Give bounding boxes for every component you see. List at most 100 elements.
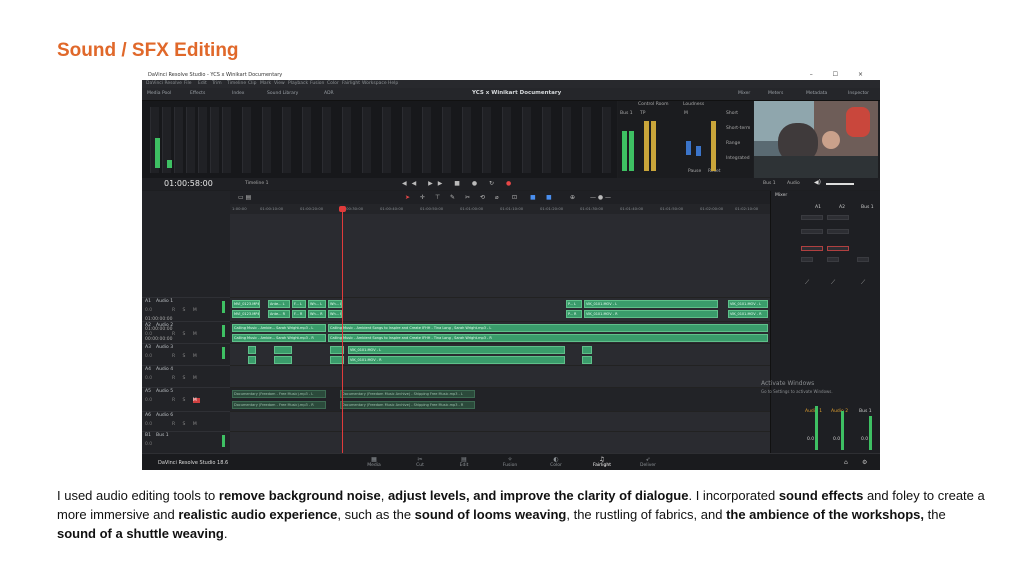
home-icon[interactable]: ⌂ xyxy=(844,459,848,466)
adr-button[interactable]: ADR xyxy=(324,91,334,96)
media-pool-button[interactable]: Media Pool xyxy=(147,91,171,96)
audio-clip-muted[interactable]: Documentary (Freedom - Free Music).mp3 -… xyxy=(232,401,326,409)
view-icon[interactable]: ▭ ▤ xyxy=(238,194,251,201)
audio-clip[interactable]: Wh... L xyxy=(328,300,342,308)
range-icon[interactable]: ✛ xyxy=(420,194,425,201)
window-controls[interactable]: – ☐ × xyxy=(810,71,872,78)
menu-clip[interactable]: Clip xyxy=(248,81,257,86)
audio-clip[interactable]: F... R xyxy=(292,310,306,318)
audio-clip[interactable]: Ante... R xyxy=(268,310,290,318)
page-edit[interactable]: ▤ Edit xyxy=(444,456,484,468)
transport-controls[interactable]: ◀◀ ▶▶ ■ ● ↻ ● xyxy=(402,180,516,187)
link-icon[interactable]: ⌀ xyxy=(495,194,499,201)
track-buttons[interactable]: R S M xyxy=(172,398,200,403)
mixer-input-cell[interactable] xyxy=(827,215,849,220)
track-buttons[interactable]: R S M xyxy=(172,354,200,359)
menu-help[interactable]: Help xyxy=(388,81,398,86)
mixer-input-cell[interactable] xyxy=(801,215,823,220)
index-button[interactable]: Index xyxy=(232,91,244,96)
mixer-effects-cell[interactable] xyxy=(801,246,823,251)
razor-icon[interactable]: ✂ xyxy=(465,194,470,201)
marker-icon[interactable]: ■ xyxy=(530,194,536,201)
pencil-icon[interactable]: ✎ xyxy=(450,194,455,201)
page-cut[interactable]: ✂ Cut xyxy=(400,456,440,468)
page-fairlight[interactable]: ♫ Fairlight xyxy=(582,456,622,468)
audio-clip[interactable]: VIK_0101.MOV - R xyxy=(348,356,565,364)
mixer-insert-cell[interactable] xyxy=(801,257,813,262)
audio-clip[interactable]: Wh... R xyxy=(328,310,342,318)
gear-icon[interactable]: ⚙ xyxy=(862,459,867,466)
playhead[interactable] xyxy=(339,206,346,453)
menu-trim[interactable]: Trim xyxy=(212,81,222,86)
record-icon[interactable]: ● xyxy=(506,180,516,187)
audio-clip[interactable]: VIK_0101.MOV - L xyxy=(728,300,768,308)
audio-clip-muted[interactable]: Documentary (Freedom - Free Music).mp3 -… xyxy=(232,390,326,398)
audio-clip[interactable] xyxy=(248,346,256,354)
metadata-button[interactable]: Metadata xyxy=(806,91,827,96)
mixer-input-cell[interactable] xyxy=(827,229,849,234)
track-header-a3[interactable]: A3 Audio 3 0.0 R S M xyxy=(142,343,230,366)
audio-clip[interactable]: Calling Music - Ambie... Sarah Wright.mp… xyxy=(232,334,326,342)
audio-clip[interactable]: VIK_0101.MOV - L xyxy=(584,300,718,308)
audio-clip-muted[interactable]: Documentary (Freedom Music Archive) - Sh… xyxy=(340,390,475,398)
pan-dial-icon[interactable]: ⟋ xyxy=(831,279,835,287)
audio-clip-muted[interactable]: Documentary (Freedom Music Archive) - Sh… xyxy=(340,401,475,409)
audio-clip[interactable]: Wh... R xyxy=(308,310,326,318)
audio-clip[interactable]: MVI_0123.MP4 xyxy=(232,300,260,308)
audio-clip[interactable]: VIK_0101.MOV - R xyxy=(584,310,718,318)
track-buttons[interactable]: R S M xyxy=(172,376,200,381)
mixer-insert-cell[interactable] xyxy=(857,257,869,262)
menu-file[interactable]: File xyxy=(184,81,192,86)
zoom-icon[interactable]: ⊕ xyxy=(570,194,575,201)
mixer-effects-cell[interactable] xyxy=(827,246,849,251)
page-deliver[interactable]: ➶ Deliver xyxy=(628,456,668,468)
audio-clip[interactable] xyxy=(582,356,592,364)
menu-mark[interactable]: Mark xyxy=(260,81,271,86)
flag-icon[interactable]: ⊡ xyxy=(512,194,517,201)
pan-dial-icon[interactable]: ⟋ xyxy=(805,279,809,287)
page-color[interactable]: ◐ Color xyxy=(536,456,576,468)
menu-playback[interactable]: Playback xyxy=(288,81,308,86)
zoom-slider-icon[interactable]: — ● — xyxy=(590,194,611,201)
pause-button[interactable]: Pause xyxy=(688,169,701,174)
audio-clip[interactable]: P... L xyxy=(566,300,582,308)
audio-clip[interactable] xyxy=(248,356,256,364)
flag-color-icon[interactable]: ■ xyxy=(546,194,552,201)
mixer-insert-cell[interactable] xyxy=(827,257,839,262)
page-fusion[interactable]: ✧ Fusion xyxy=(490,456,530,468)
audio-clip[interactable]: VIK_0101.MOV - L xyxy=(348,346,565,354)
snap-icon[interactable]: ⟲ xyxy=(480,194,485,201)
audio-clip[interactable]: MVI_0123.MP4 xyxy=(232,310,260,318)
timeline-selector[interactable]: Timeline 1 xyxy=(245,181,268,186)
mute-active-icon[interactable]: M xyxy=(192,398,200,403)
audio-clip[interactable]: Calling Music - Ambient Songs to Inspire… xyxy=(328,334,768,342)
track-buttons[interactable]: R S M xyxy=(172,308,200,313)
inspector-button[interactable]: Inspector xyxy=(848,91,869,96)
audio-clip[interactable]: F... L xyxy=(292,300,306,308)
track-buttons[interactable]: R S M xyxy=(172,332,200,337)
audio-clip[interactable]: VIK_0101.MOV - R xyxy=(728,310,768,318)
mixer-input-cell[interactable] xyxy=(801,229,823,234)
meters-button[interactable]: Meters xyxy=(768,91,783,96)
transport-buttons[interactable]: ◀◀ ▶▶ ■ ● ↻ xyxy=(402,180,499,187)
menu-timeline[interactable]: Timeline xyxy=(227,81,246,86)
menu-fairlight[interactable]: Fairlight xyxy=(342,81,360,86)
menu-color[interactable]: Color xyxy=(327,81,339,86)
menu-edit[interactable]: Edit xyxy=(198,81,207,86)
menu-view[interactable]: View xyxy=(274,81,285,86)
audio-clip[interactable] xyxy=(582,346,592,354)
page-media[interactable]: ▦ Media xyxy=(354,456,394,468)
audio-clip[interactable]: Calling Music - Ambient Songs to Inspire… xyxy=(328,324,768,332)
audio-clip[interactable]: Calling Music - Ambie... Sarah Wright.mp… xyxy=(232,324,326,332)
timeline-tracks[interactable]: MVI_0123.MP4 Ante... L F... L Wh... L Wh… xyxy=(230,214,770,453)
track-header-a6[interactable]: A6 Audio 6 0.0 R S M xyxy=(142,411,230,432)
track-header-a2[interactable]: A2 Audio 2 0.0 R S M xyxy=(142,321,230,344)
pan-dial-icon[interactable]: ⟋ xyxy=(861,279,865,287)
audio-clip[interactable]: P... R xyxy=(566,310,582,318)
track-header-a1[interactable]: A1 Audio 1 0.0 R S M xyxy=(142,297,230,322)
menu-workspace[interactable]: Workspace xyxy=(362,81,387,86)
volume-slider[interactable] xyxy=(826,183,854,185)
playhead-handle[interactable] xyxy=(339,206,346,212)
audio-clip[interactable] xyxy=(274,346,292,354)
speaker-icon[interactable]: ◀) xyxy=(814,179,821,186)
